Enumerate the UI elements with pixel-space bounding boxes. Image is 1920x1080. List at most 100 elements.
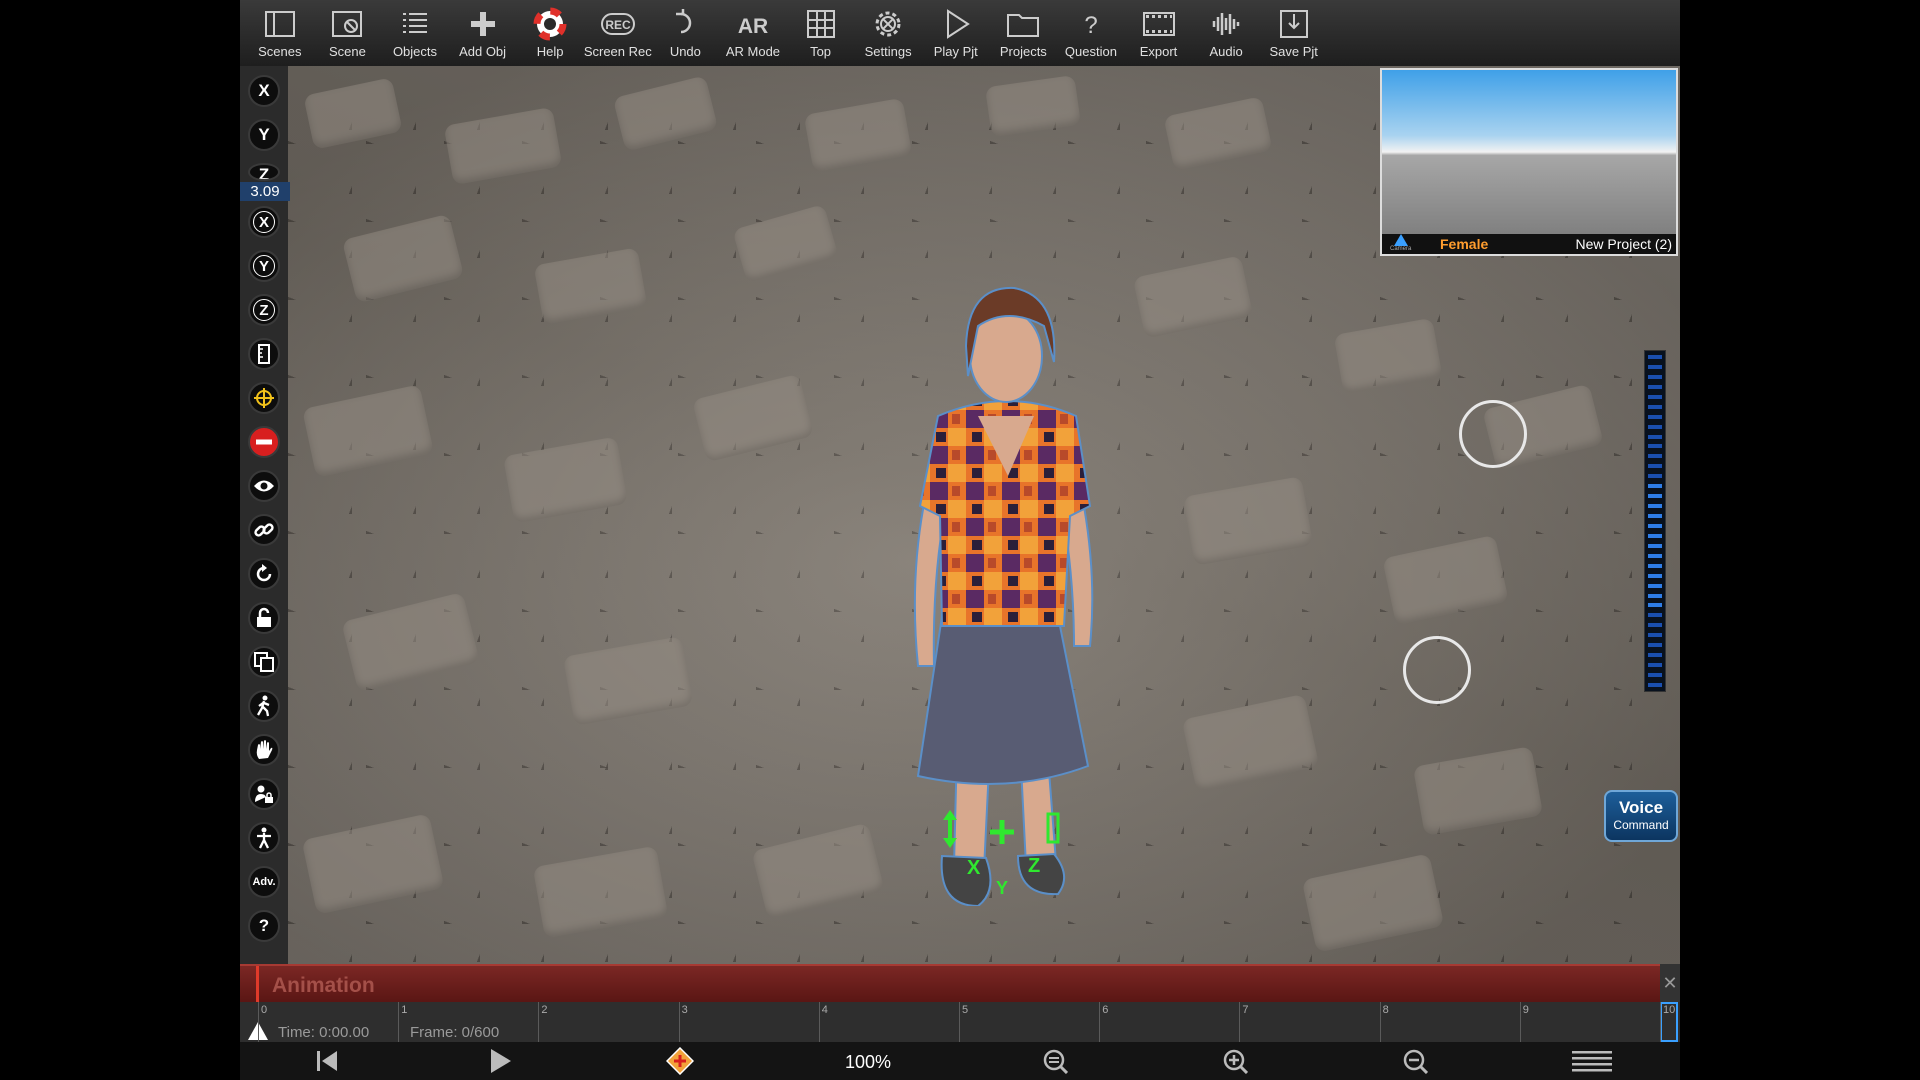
character-lock-button[interactable]: [248, 778, 280, 810]
keyframe-button[interactable]: [665, 1047, 695, 1075]
meter-segment: [1648, 573, 1662, 578]
zoom-in-button[interactable]: [1220, 1048, 1250, 1074]
undo-label: Undo: [669, 44, 701, 59]
cobblestone: [732, 203, 839, 284]
help-button[interactable]: Help: [516, 0, 584, 66]
timeline-tick: 6: [1099, 1002, 1108, 1042]
rotate-x-button[interactable]: X: [248, 206, 280, 238]
cobblestone: [443, 106, 563, 186]
rotate-y-label: Y: [253, 255, 275, 277]
meter-segment: [1648, 414, 1662, 419]
help-question-button[interactable]: ?: [248, 910, 280, 942]
waveform-icon: [1212, 13, 1240, 35]
menu-button[interactable]: [1572, 1048, 1612, 1074]
level-meter[interactable]: [1644, 350, 1666, 692]
timeline-tick-label: 3: [681, 1004, 688, 1016]
camera-joystick-upper[interactable]: [1459, 400, 1527, 468]
rotate-z-button[interactable]: Z: [248, 294, 280, 326]
undo-icon: [676, 9, 692, 34]
meter-segment: [1648, 623, 1662, 628]
link-button[interactable]: [248, 514, 280, 546]
cobblestone: [532, 845, 669, 939]
animation-track[interactable]: Animation: [240, 964, 1660, 1004]
menu-lines-icon: [1572, 1051, 1612, 1072]
cobblestone: [1181, 693, 1320, 793]
target-button[interactable]: [248, 382, 280, 414]
camera-arrow-icon: [1393, 234, 1408, 246]
projects-button[interactable]: Projects: [990, 0, 1058, 66]
meter-segment: [1648, 543, 1662, 548]
meter-segment: [1648, 454, 1662, 459]
rotate-y-button[interactable]: Y: [248, 250, 280, 282]
reset-rotation-button[interactable]: [248, 558, 280, 590]
undo-button[interactable]: Undo: [652, 0, 720, 66]
camera-preview-bar: Camera Female New Project (2): [1382, 234, 1676, 254]
meter-segment: [1648, 444, 1662, 449]
export-label: Export: [1139, 44, 1178, 59]
zoom-level: 100%: [845, 1052, 892, 1072]
gizmo-x-label[interactable]: X: [967, 857, 981, 879]
play-button[interactable]: [486, 1048, 516, 1074]
save-pjt-button[interactable]: Save Pjt: [1260, 0, 1328, 66]
timeline-tick: 2: [538, 1002, 548, 1042]
lock-button[interactable]: [248, 602, 280, 634]
cobblestone: [341, 213, 465, 304]
camera-joystick-lower[interactable]: [1403, 636, 1471, 704]
gizmo-z-label[interactable]: Z: [1028, 855, 1040, 877]
transform-gizmo[interactable]: X Y Z: [922, 806, 1072, 896]
rec-icon: REC: [600, 13, 635, 35]
time-readout: Time: 0:00.00: [278, 1024, 370, 1041]
delete-button[interactable]: [248, 426, 280, 458]
meter-segment: [1648, 434, 1662, 439]
skip-to-start-button[interactable]: [312, 1048, 342, 1074]
play-pjt-button[interactable]: Play Pjt: [922, 0, 990, 66]
walk-button[interactable]: [248, 690, 280, 722]
zoom-out-button[interactable]: [1400, 1048, 1430, 1074]
duplicate-button[interactable]: [248, 646, 280, 678]
close-icon[interactable]: ✕: [1660, 964, 1680, 1002]
question-button[interactable]: ? Question: [1057, 0, 1125, 66]
scene-button[interactable]: Scene: [314, 0, 382, 66]
meter-segment: [1648, 653, 1662, 658]
timeline-ruler[interactable]: Time: 0:00.00 Frame: 0/600 0 1 2 3 4 5 6 7 8 9 10: [240, 1002, 1680, 1042]
audio-label: Audio: [1209, 44, 1243, 59]
crosshair-icon: [254, 388, 274, 408]
timeline-tick-label: 10: [1663, 1004, 1676, 1016]
cobblestone: [301, 813, 445, 915]
meter-segment: [1648, 633, 1662, 638]
add-obj-button[interactable]: Add Obj: [449, 0, 517, 66]
hand-button[interactable]: [248, 734, 280, 766]
advanced-button[interactable]: Adv.: [248, 866, 280, 898]
pose-button[interactable]: [248, 822, 280, 854]
scenes-button[interactable]: Scenes: [246, 0, 314, 66]
cobblestone: [533, 247, 648, 325]
voice-command-line1: Voice: [1618, 798, 1664, 817]
move-y-button[interactable]: Y: [248, 119, 280, 151]
zoom-out-icon: [1403, 1049, 1428, 1074]
scale-button[interactable]: [248, 338, 280, 370]
z-value-readout: 3.09: [240, 182, 290, 201]
zoom-fit-icon: [1043, 1049, 1068, 1074]
zoom-fit-button[interactable]: [1040, 1048, 1070, 1074]
camera-indicator[interactable]: Camera: [1390, 234, 1411, 253]
top-button[interactable]: Top: [787, 0, 855, 66]
audio-button[interactable]: Audio: [1192, 0, 1260, 66]
meter-segment: [1648, 424, 1662, 429]
objects-button[interactable]: Objects: [381, 0, 449, 66]
timeline-tick: 5: [959, 1002, 968, 1042]
move-z-button[interactable]: Z: [248, 163, 280, 181]
timeline-tick: 4: [818, 1002, 828, 1042]
ar-mode-button[interactable]: AR AR Mode: [719, 0, 787, 66]
unlock-icon: [257, 607, 271, 627]
move-x-button[interactable]: X: [248, 75, 280, 107]
help-label: Help: [536, 44, 564, 59]
hand-icon: [256, 740, 273, 759]
copy-icon: [254, 652, 274, 672]
voice-command-button[interactable]: Voice Command: [1604, 790, 1678, 842]
settings-button[interactable]: Settings: [854, 0, 922, 66]
export-button[interactable]: Export: [1125, 0, 1193, 66]
visibility-button[interactable]: [248, 470, 280, 502]
camera-preview[interactable]: Camera Female New Project (2): [1380, 68, 1678, 256]
screen-rec-button[interactable]: REC Screen Rec: [584, 0, 652, 66]
gizmo-y-label[interactable]: Y: [996, 878, 1008, 896]
